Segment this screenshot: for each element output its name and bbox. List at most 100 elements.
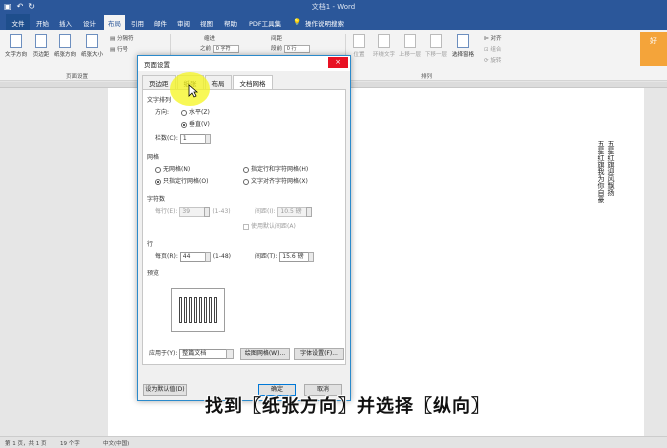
margins-button[interactable]: 页边距 — [30, 34, 52, 58]
group-page-setup-label: 页面设置 — [66, 74, 89, 80]
send-backward-icon — [430, 34, 442, 48]
send-backward-button[interactable]: 下移一层 — [424, 34, 448, 58]
tab-design[interactable]: 设计 — [83, 18, 96, 28]
spacing-before-label: 段前 — [271, 46, 283, 52]
document-line: 五星红旗我为你自豪 — [597, 140, 605, 203]
tab-help[interactable]: 帮助 — [224, 18, 237, 28]
size-label: 纸张大小 — [80, 52, 103, 58]
set-default-button[interactable]: 设为默认值(D) — [143, 384, 187, 396]
text-direction-button[interactable]: 文字方向 — [4, 34, 28, 58]
tab-review[interactable]: 审阅 — [177, 18, 190, 28]
line-pitch-field[interactable]: 间距(T): 15.6 磅 — [255, 251, 315, 262]
apply-to-field[interactable]: 应用于(Y): 整篇文档 — [149, 348, 235, 359]
line-pitch-label: 间距(T): — [255, 253, 278, 260]
spinner-icon[interactable] — [204, 251, 211, 262]
orientation-button[interactable]: 纸张方向 — [53, 34, 77, 58]
orientation-label: 纸张方向 — [53, 52, 76, 58]
use-default-pitch-label: 使用默认间距(A) — [251, 223, 296, 230]
char-pitch-field[interactable]: 间距(I): 10.5 磅 — [255, 206, 313, 217]
rotate-label: 旋转 — [490, 58, 502, 64]
tab-layout[interactable]: 布局 — [104, 15, 125, 30]
direction-label: 方向: — [155, 109, 170, 116]
radio-icon — [243, 166, 249, 173]
line-grid-only-label: 只指定行网格(O) — [163, 178, 209, 185]
tab-insert[interactable]: 插入 — [59, 18, 72, 28]
line-pitch-input[interactable]: 15.6 磅 — [279, 251, 310, 262]
spinner-icon[interactable] — [306, 206, 313, 217]
radio-horizontal[interactable]: 水平(Z) — [181, 107, 210, 116]
spinner-icon[interactable] — [204, 133, 211, 144]
chevron-down-icon[interactable] — [226, 348, 235, 359]
chars-heading: 字符数 — [147, 196, 166, 203]
font-settings-button[interactable]: 字体设置(F)... — [294, 348, 344, 360]
wrap-text-label: 环绕文字 — [372, 52, 395, 58]
line-numbers-button[interactable]: ▤ 行号 — [110, 45, 128, 53]
apply-to-select[interactable]: 整篇文档 — [179, 348, 228, 359]
lines-per-page-field[interactable]: 每页(R): 44 (1-48) — [155, 251, 231, 262]
dialog-body: 文字排列 方向: 水平(Z) 垂直(V) 栏数(C): 1 网格 无网格(N) … — [142, 89, 346, 365]
per-line-label: 每行(E): — [155, 208, 178, 215]
spinner-icon[interactable] — [204, 206, 211, 217]
use-default-pitch-checkbox[interactable]: 使用默认间距(A) — [243, 221, 296, 230]
ribbon-tabs: 文件 开始 插入 设计 布局 引用 邮件 审阅 视图 帮助 PDF工具集 💡 操… — [0, 14, 667, 30]
align-label: 对齐 — [490, 36, 502, 42]
indent-before-field[interactable]: 之前 0 字符 — [200, 44, 239, 53]
wrap-text-button[interactable]: 环绕文字 — [372, 34, 396, 58]
breaks-button[interactable]: ▤ 分隔符 — [110, 34, 133, 42]
checkbox-icon — [243, 223, 249, 230]
indent-before-label: 之前 — [200, 46, 212, 52]
tab-document-grid[interactable]: 文档网格 — [232, 75, 273, 89]
close-button[interactable]: × — [328, 57, 348, 68]
radio-line-char-grid[interactable]: 指定行和字符网格(H) — [243, 164, 308, 173]
size-icon — [86, 34, 98, 48]
dialog-title: 页面设置 — [144, 61, 170, 69]
per-line-range: (1-43) — [212, 208, 231, 215]
spinner-icon[interactable] — [308, 251, 315, 262]
preview-image — [171, 288, 225, 332]
per-line-input[interactable]: 39 — [179, 206, 206, 217]
send-backward-label: 下移一层 — [424, 52, 447, 58]
chars-per-line-field[interactable]: 每行(E): 39 (1-43) — [155, 206, 231, 217]
radio-line-grid-only[interactable]: 只指定行网格(O) — [155, 176, 208, 185]
group-arrange-label: 排列 — [421, 74, 433, 80]
per-page-input[interactable]: 44 — [179, 251, 206, 262]
snap-chars-label: 文字对齐字符网格(X) — [251, 178, 308, 185]
radio-icon — [243, 178, 249, 185]
size-button[interactable]: 纸张大小 — [79, 34, 105, 58]
tab-references[interactable]: 引用 — [131, 18, 144, 28]
radio-vertical[interactable]: 垂直(V) — [181, 119, 210, 128]
selection-pane-label: 选择窗格 — [451, 52, 474, 58]
position-button[interactable]: 位置 — [350, 34, 368, 58]
indent-label: 缩进 — [204, 36, 216, 42]
wrap-text-icon — [378, 34, 390, 48]
apply-to-label: 应用于(Y): — [149, 350, 178, 357]
group-button[interactable]: ⊡ 组合 — [484, 45, 501, 53]
spacing-before-field[interactable]: 段前 0 行 — [271, 44, 310, 53]
align-button[interactable]: ⊫ 对齐 — [484, 34, 502, 42]
columns-field[interactable]: 栏数(C): 1 — [155, 133, 211, 144]
bring-forward-button[interactable]: 上移一层 — [398, 34, 422, 58]
selection-pane-icon — [457, 34, 469, 48]
radio-selected-icon — [181, 121, 187, 128]
title-bar: ▣ ↶ ↻ 文档1 - Word — [0, 0, 667, 14]
draw-grid-button[interactable]: 绘图网格(W)... — [240, 348, 290, 360]
tab-mailings[interactable]: 邮件 — [154, 18, 167, 28]
radio-no-grid[interactable]: 无网格(N) — [155, 164, 190, 173]
selection-pane-button[interactable]: 选择窗格 — [450, 34, 476, 58]
tab-home[interactable]: 开始 — [36, 18, 49, 28]
spacing-before-input[interactable]: 0 行 — [283, 44, 310, 53]
position-icon — [353, 34, 365, 48]
pitch-input[interactable]: 10.5 磅 — [277, 206, 308, 217]
tab-view[interactable]: 视图 — [200, 18, 213, 28]
tell-me-search[interactable]: 操作说明搜索 — [305, 18, 344, 28]
tab-file[interactable]: 文件 — [6, 14, 30, 30]
rotate-button[interactable]: ⟳ 旋转 — [484, 56, 501, 64]
radio-icon — [155, 166, 161, 173]
indent-before-input[interactable]: 0 字符 — [212, 44, 239, 53]
vertical-label: 垂直(V) — [189, 121, 210, 128]
radio-snap-chars[interactable]: 文字对齐字符网格(X) — [243, 176, 308, 185]
tab-pdf-tools[interactable]: PDF工具集 — [249, 18, 281, 28]
avatar-text: 好 — [650, 37, 657, 45]
spacing-label: 间距 — [271, 36, 283, 42]
columns-input[interactable]: 1 — [179, 133, 206, 144]
